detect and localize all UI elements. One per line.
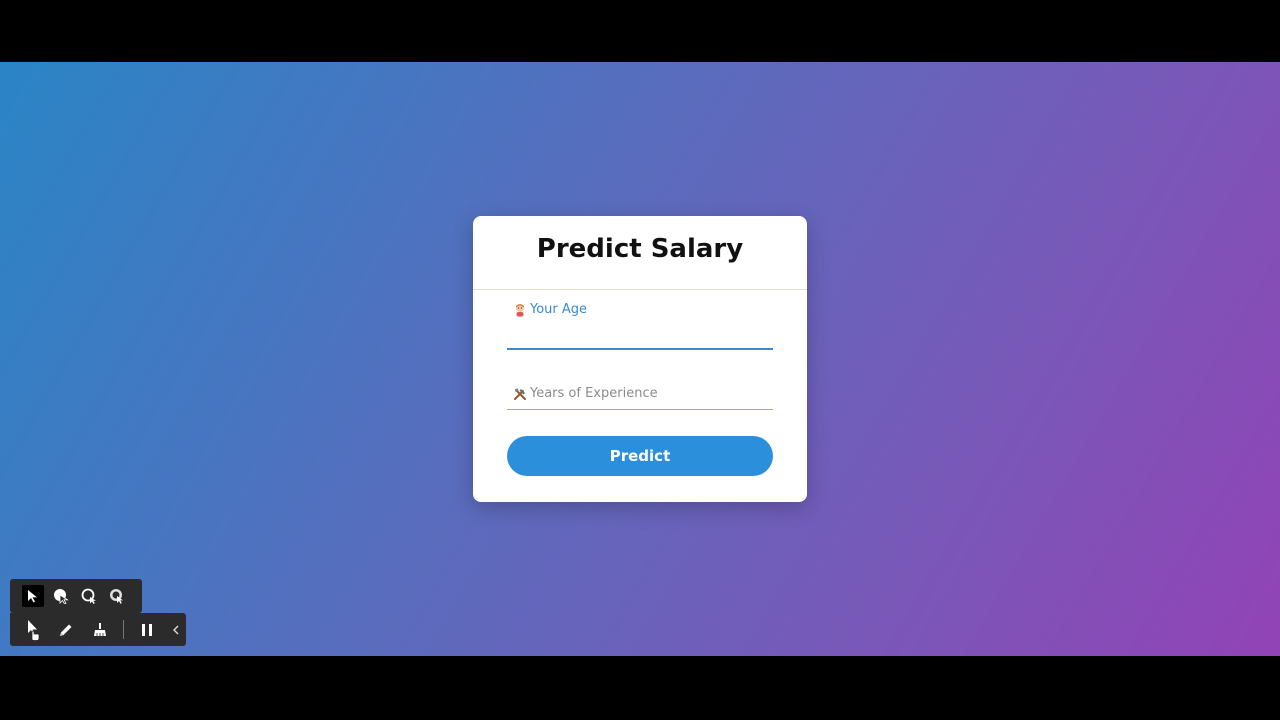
predict-salary-card: Predict Salary Your Age Years of Experie… (473, 216, 807, 502)
toolbar-top-row (10, 579, 142, 613)
toolbar-separator (123, 620, 124, 639)
eraser-icon[interactable] (89, 619, 111, 641)
age-label-text: Your Age (530, 302, 588, 317)
pointer-icon[interactable] (22, 585, 44, 607)
card-title: Predict Salary (536, 234, 744, 264)
experience-field: Years of Experience (507, 380, 773, 410)
spotlight-icon[interactable] (50, 585, 72, 607)
age-label: Your Age (513, 302, 587, 317)
loop-icon[interactable] (78, 585, 100, 607)
baby-emoji-icon (513, 303, 527, 317)
toolbar-bottom-row (10, 613, 186, 646)
collapse-chevron-icon[interactable] (167, 619, 185, 641)
title-divider (473, 289, 807, 290)
age-field: Your Age (507, 302, 773, 350)
cursor-icon[interactable] (22, 619, 44, 641)
pen-icon[interactable] (55, 619, 77, 641)
predict-button[interactable]: Predict (507, 436, 773, 476)
highlight-cursor-icon[interactable] (106, 585, 128, 607)
page-background: Predict Salary Your Age Years of Experie… (0, 62, 1280, 656)
age-input[interactable] (507, 326, 773, 350)
pause-icon[interactable] (136, 619, 158, 641)
experience-input[interactable] (507, 386, 773, 410)
